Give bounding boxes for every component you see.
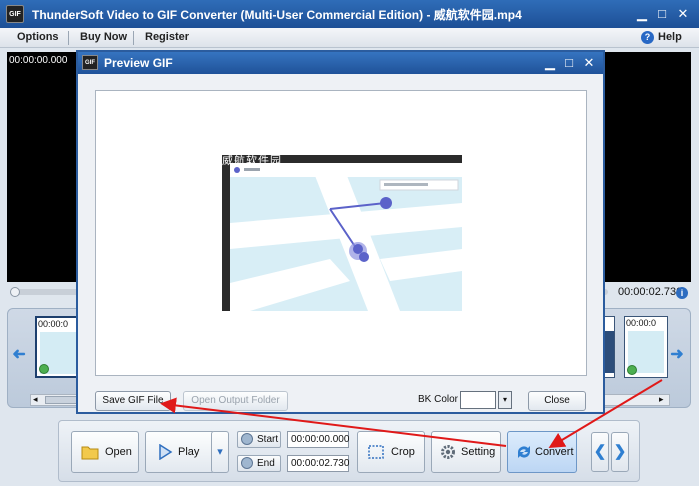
set-start-button[interactable]: Start — [237, 431, 281, 448]
window-title-bar: GIF ThunderSoft Video to GIF Converter (… — [0, 0, 699, 28]
set-end-button[interactable]: End — [237, 455, 281, 472]
filmstrip-prev-arrow-icon[interactable]: ➜ — [12, 345, 26, 365]
window-minimize-button[interactable]: ▁ — [633, 5, 651, 23]
gif-preview-frame: 威航软件园 — [222, 155, 462, 311]
window-close-button[interactable]: ✕ — [674, 5, 692, 23]
gif-map-image — [230, 163, 462, 311]
prev-nav-button[interactable]: ❮ — [591, 432, 609, 472]
dialog-maximize-button[interactable]: □ — [560, 54, 578, 72]
play-dropdown-button[interactable]: ▾ — [211, 431, 229, 473]
setting-label: Setting — [461, 446, 496, 458]
dialog-close-text-button[interactable]: Close — [528, 391, 586, 411]
frame-thumbnail — [605, 331, 614, 373]
bk-color-dropdown[interactable]: ▾ — [498, 391, 512, 409]
convert-button[interactable]: Convert — [507, 431, 577, 473]
folder-icon — [81, 446, 99, 460]
open-button[interactable]: Open — [71, 431, 139, 473]
help-icon[interactable]: ? — [641, 31, 654, 44]
start-time-field[interactable]: 00:00:00.000 — [287, 431, 349, 448]
end-label: End — [257, 458, 275, 469]
gif-preview-canvas: 威航软件园 — [95, 90, 587, 376]
dialog-button-row: Save GIF File Open Output Folder BK Colo… — [78, 386, 603, 414]
open-output-folder-button[interactable]: Open Output Folder — [183, 391, 288, 411]
dialog-title-bar: GIF Preview GIF ▁ □ ✕ — [78, 52, 603, 74]
bk-color-label: BK Color — [418, 394, 459, 405]
filmstrip-frame-selected[interactable]: 00:00:0 — [35, 316, 79, 378]
crop-icon — [368, 445, 384, 459]
info-icon[interactable]: i — [676, 287, 688, 299]
seek-bar-thumb[interactable] — [10, 287, 20, 297]
start-label: Start — [257, 434, 279, 445]
dialog-close-button[interactable]: ✕ — [580, 54, 598, 72]
window-title: ThunderSoft Video to GIF Converter (Mult… — [32, 8, 522, 22]
dialog-minimize-button[interactable]: ▁ — [541, 54, 559, 72]
map-illustration — [230, 163, 462, 311]
end-time-field[interactable]: 00:00:02.730 — [287, 455, 349, 472]
menu-separator — [133, 31, 134, 45]
save-gif-button[interactable]: Save GIF File — [95, 391, 171, 411]
gear-icon — [441, 445, 455, 459]
frame-check-icon — [627, 365, 637, 375]
app-icon: GIF — [6, 5, 24, 23]
dialog-title: Preview GIF — [104, 56, 173, 70]
clock-icon — [241, 433, 253, 445]
play-button[interactable]: Play — [145, 431, 215, 473]
menu-separator — [68, 31, 69, 45]
play-label: Play — [178, 446, 200, 458]
setting-button[interactable]: Setting — [431, 431, 501, 473]
frame-check-icon — [39, 364, 49, 374]
menu-register[interactable]: Register — [145, 31, 189, 43]
next-nav-button[interactable]: ❯ — [611, 432, 629, 472]
menu-help[interactable]: Help — [658, 31, 682, 43]
convert-label: Convert — [535, 446, 574, 458]
filmstrip-frame[interactable]: 00:00:0 — [624, 316, 668, 378]
menu-buy-now[interactable]: Buy Now — [80, 31, 127, 43]
bottom-toolbar: Open Play ▾ Start 00:00:00.000 End 00:00… — [58, 420, 640, 482]
menu-bar: Options Buy Now Register Help — [0, 28, 699, 48]
play-icon — [159, 444, 173, 460]
frame-time: 00:00:0 — [626, 318, 657, 328]
crop-button[interactable]: Crop — [357, 431, 425, 473]
scroll-right-icon[interactable]: ▸ — [659, 394, 664, 405]
bk-color-swatch[interactable] — [460, 391, 496, 409]
dialog-app-icon: GIF — [82, 55, 98, 70]
open-label: Open — [105, 446, 132, 458]
menu-options[interactable]: Options — [17, 31, 59, 43]
scroll-left-icon[interactable]: ◂ — [33, 394, 38, 405]
convert-icon — [518, 446, 530, 458]
clock-icon — [241, 457, 253, 469]
crop-label: Crop — [391, 446, 415, 458]
filmstrip-next-arrow-icon[interactable]: ➜ — [670, 345, 684, 365]
window-maximize-button[interactable]: □ — [653, 5, 671, 23]
preview-gif-dialog: GIF Preview GIF ▁ □ ✕ 威航软件园 Save GIF Fil… — [76, 50, 605, 414]
frame-time: 00:00:0 — [38, 319, 69, 329]
current-time-display: 00:00:00.000 — [9, 55, 68, 66]
total-time-display: 00:00:02.730 — [618, 286, 683, 298]
